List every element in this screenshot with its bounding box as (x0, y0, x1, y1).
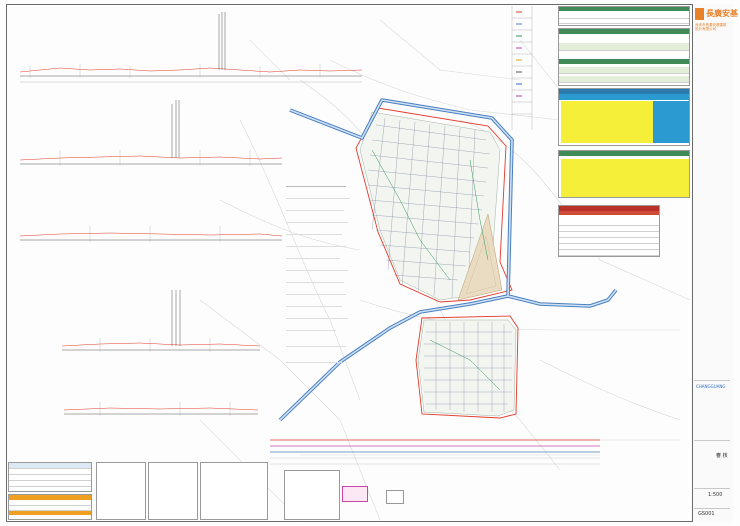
bottom-left-table-2 (8, 494, 92, 520)
drawing-sheet: 長廣安基 深圳市長廣安基建筑設計有限公司 CHANGGUANG 審 核 1:50… (0, 0, 740, 526)
bottom-center-table (284, 470, 340, 520)
tb-drawing-title: 1:500 (708, 492, 723, 498)
pipe-schedule-table (558, 205, 660, 257)
bottom-left-table-1 (8, 462, 92, 492)
bottom-road-lines (270, 439, 600, 453)
tb-divider-4 (694, 508, 730, 510)
title-block (692, 4, 733, 522)
detail-box-2 (386, 490, 404, 504)
profile-stacks (171, 12, 226, 346)
tb-project-line: CHANGGUANG (696, 384, 726, 389)
tb-divider-2 (694, 440, 730, 442)
logo-icon (695, 8, 704, 20)
tb-divider-1 (694, 380, 730, 382)
design-notes (286, 186, 356, 386)
logo-subtitle: 深圳市長廣安基建筑設計有限公司 (695, 23, 727, 31)
load-calculation-table (558, 150, 690, 198)
bottom-table-3 (96, 462, 146, 520)
company-logo: 長廣安基 深圳市長廣安基建筑設計有限公司 (694, 6, 738, 40)
bottom-table-5 (200, 462, 268, 520)
pipe-stats-table (558, 88, 690, 146)
area-summary-table (558, 6, 690, 26)
indicator-table (558, 28, 690, 86)
tb-sign-label: 審 核 (716, 453, 728, 459)
sheet-number: GS001 (698, 511, 715, 517)
detail-box-1 (342, 486, 368, 502)
bottom-table-4 (148, 462, 198, 520)
tb-divider-3 (694, 488, 730, 490)
logo-text: 長廣安基 (706, 9, 738, 18)
legend-strip (511, 6, 533, 130)
